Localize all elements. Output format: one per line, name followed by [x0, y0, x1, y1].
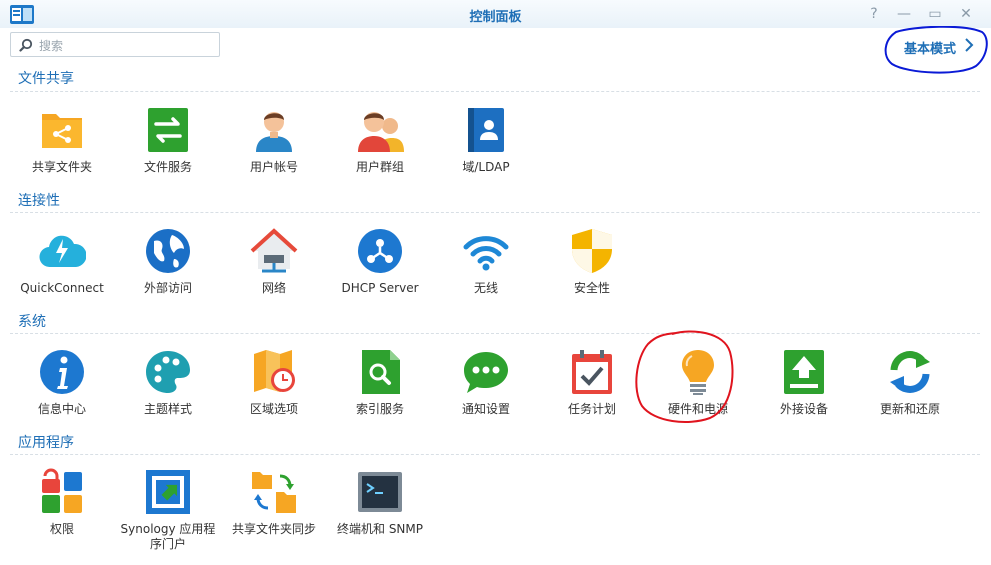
chevron-right-icon — [965, 38, 974, 52]
task-scheduler-calendar-icon — [572, 350, 612, 394]
search-icon — [19, 38, 33, 52]
terminal-snmp-icon — [358, 472, 402, 512]
item-hardware-power[interactable]: 硬件和电源 — [646, 348, 750, 417]
item-file-services[interactable]: 文件服务 — [116, 106, 220, 175]
theme-palette-icon — [146, 351, 190, 393]
item-label: Synology 应用程 序门户 — [120, 522, 216, 551]
shared-folder-icon — [42, 114, 82, 148]
item-external-access[interactable]: 外部访问 — [116, 227, 220, 296]
maximize-button[interactable]: ▭ — [927, 6, 943, 22]
item-label: 索引服务 — [355, 402, 404, 416]
search-box — [10, 32, 220, 57]
item-regional-options[interactable]: 区域选项 — [222, 348, 326, 417]
item-task-scheduler[interactable]: 任务计划 — [540, 348, 644, 417]
section-title-system: 系统 — [18, 314, 46, 330]
section-title-file-sharing: 文件共享 — [18, 71, 74, 87]
item-label: 权限 — [49, 522, 74, 536]
basic-mode-link[interactable]: 基本模式 — [884, 26, 988, 74]
shared-folder-sync-icon — [252, 472, 296, 513]
item-info-center[interactable]: 信息中心 — [10, 348, 114, 417]
notification-chat-icon — [464, 352, 508, 393]
item-external-devices[interactable]: 外接设备 — [752, 348, 856, 417]
privileges-icon — [42, 468, 82, 513]
item-label: 共享文件夹同步 — [231, 522, 316, 536]
item-notification[interactable]: 通知设置 — [434, 348, 538, 417]
item-label: 文件服务 — [143, 160, 192, 174]
globe-icon — [146, 229, 190, 273]
item-label: 硬件和电源 — [667, 402, 728, 416]
item-shared-folder[interactable]: 共享文件夹 — [10, 106, 114, 175]
info-icon — [40, 350, 84, 394]
item-group[interactable]: 用户群组 — [328, 106, 432, 175]
section-divider — [10, 91, 980, 92]
basic-mode-label: 基本模式 — [904, 42, 957, 57]
title-bar: 控制面板 ? — ▭ ✕ — [0, 0, 991, 28]
section-divider — [10, 212, 980, 213]
item-security[interactable]: 安全性 — [540, 227, 644, 296]
item-user[interactable]: 用户帐号 — [222, 106, 326, 175]
application-portal-icon — [146, 470, 190, 514]
item-shared-folder-sync[interactable]: 共享文件夹同步 — [222, 468, 326, 537]
user-icon — [256, 112, 292, 152]
item-network[interactable]: 网络 — [222, 227, 326, 296]
item-label: 任务计划 — [567, 402, 616, 416]
item-domain-ldap[interactable]: 域/LDAP — [434, 106, 538, 175]
window-title: 控制面板 — [469, 10, 522, 25]
item-indexing[interactable]: 索引服务 — [328, 348, 432, 417]
section-title-connectivity: 连接性 — [18, 193, 60, 209]
hardware-power-bulb-icon — [682, 350, 714, 395]
domain-ldap-icon — [468, 108, 504, 152]
section-divider — [10, 333, 980, 334]
item-label: 外部访问 — [143, 281, 192, 295]
item-privileges[interactable]: 权限 — [10, 468, 114, 537]
dhcp-server-icon — [358, 229, 402, 273]
help-button[interactable]: ? — [866, 6, 882, 22]
quickconnect-cloud-icon — [39, 235, 86, 268]
regional-map-clock-icon — [254, 350, 295, 392]
item-application-portal[interactable]: Synology 应用程 序门户 — [116, 468, 220, 552]
update-restore-icon — [890, 351, 930, 393]
item-label: 安全性 — [573, 281, 610, 295]
item-label: 无线 — [473, 281, 498, 295]
search-input[interactable] — [37, 36, 219, 56]
item-label: DHCP Server — [341, 281, 419, 295]
item-label: 终端机和 SNMP — [337, 522, 423, 536]
item-quickconnect[interactable]: QuickConnect — [10, 227, 114, 296]
external-devices-icon — [784, 350, 824, 394]
network-house-icon — [250, 228, 298, 273]
section-title-applications: 应用程序 — [18, 435, 74, 451]
file-services-icon — [148, 108, 188, 152]
item-label: 主题样式 — [143, 402, 192, 416]
item-label: 外接设备 — [779, 402, 828, 416]
wifi-icon — [463, 236, 509, 271]
item-label: QuickConnect — [20, 281, 104, 295]
item-theme[interactable]: 主题样式 — [116, 348, 220, 417]
item-label: 信息中心 — [37, 402, 86, 416]
item-label: 网络 — [261, 281, 286, 295]
item-wireless[interactable]: 无线 — [434, 227, 538, 296]
item-label: 用户帐号 — [249, 160, 298, 174]
item-label: 共享文件夹 — [31, 160, 92, 174]
item-label: 更新和还原 — [879, 402, 940, 416]
item-label: 区域选项 — [249, 402, 298, 416]
item-terminal-snmp[interactable]: 终端机和 SNMP — [328, 468, 432, 537]
minimize-button[interactable]: — — [896, 6, 912, 22]
item-label: 用户群组 — [355, 160, 404, 174]
group-icon — [358, 112, 404, 152]
item-label: 域/LDAP — [462, 160, 510, 174]
security-shield-icon — [572, 229, 612, 273]
section-divider — [10, 454, 980, 455]
close-button[interactable]: ✕ — [958, 6, 974, 22]
item-label: 通知设置 — [461, 402, 510, 416]
indexing-search-icon — [362, 350, 400, 394]
item-update-restore[interactable]: 更新和还原 — [858, 348, 962, 417]
item-dhcp-server[interactable]: DHCP Server — [328, 227, 432, 296]
